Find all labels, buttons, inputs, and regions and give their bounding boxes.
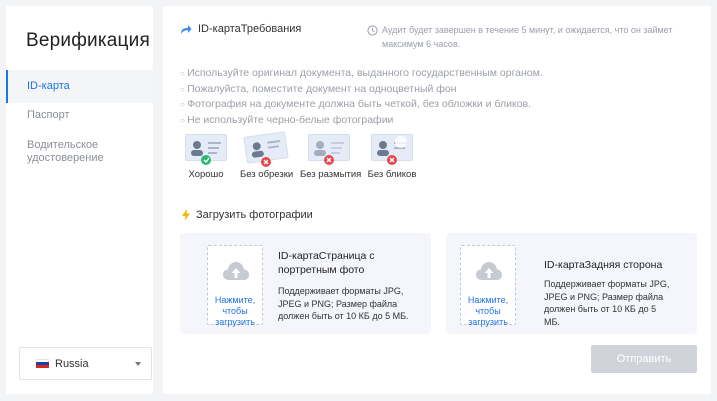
check-icon bbox=[201, 155, 211, 165]
cross-icon bbox=[261, 157, 271, 167]
sidebar-item-label: Водительское удостоверение bbox=[27, 139, 104, 164]
cross-icon bbox=[387, 155, 397, 165]
sidebar: Верификация ID-карта Паспорт Водительско… bbox=[6, 6, 153, 394]
main-panel: ID-картаТребования Аудит будет завершен … bbox=[163, 6, 711, 394]
upload-cloud-icon bbox=[223, 262, 249, 280]
requirements-header: ID-картаТребования bbox=[180, 23, 301, 35]
example-label: Без размытия bbox=[300, 169, 362, 180]
upload-header: Загрузить фотографии bbox=[182, 209, 313, 221]
card-description: Поддерживает форматы JPG, JPEG и PNG; Ра… bbox=[544, 279, 670, 327]
dropzone-text: Нажмите, чтобы загрузить bbox=[467, 295, 509, 327]
example-good: Хорошо bbox=[180, 134, 232, 180]
submit-button[interactable]: Отправить bbox=[591, 345, 697, 373]
country-select[interactable]: Russia bbox=[19, 347, 152, 380]
id-card-good-image bbox=[185, 134, 227, 165]
example-label: Без бликов bbox=[367, 169, 417, 180]
country-value: Russia bbox=[55, 357, 89, 370]
audit-text: Аудит будет завершен в течение 5 минут, … bbox=[382, 25, 673, 49]
sidebar-item-id-card[interactable]: ID-карта bbox=[6, 70, 153, 103]
sidebar-item-label: Паспорт bbox=[27, 109, 70, 121]
chevron-down-icon bbox=[135, 362, 141, 366]
example-no-crop: Без обрезки bbox=[240, 131, 294, 180]
rule-item: Пожалуйста, поместите документ на одноцв… bbox=[180, 82, 543, 98]
upload-title: Загрузить фотографии bbox=[196, 209, 313, 221]
requirements-title: ID-картаТребования bbox=[198, 23, 302, 35]
audit-notice: Аудит будет завершен в течение 5 минут, … bbox=[367, 23, 710, 51]
example-no-glare: Без бликов bbox=[366, 134, 418, 180]
upload-dropzone-front[interactable]: Нажмите, чтобы загрузить bbox=[207, 245, 263, 327]
example-label: Хорошо bbox=[188, 169, 224, 180]
card-title: ID-картаСтраница с портретным фото bbox=[278, 250, 375, 276]
id-card-glare-image bbox=[371, 134, 413, 165]
rule-item: Не используйте черно-белые фотографии bbox=[180, 113, 543, 129]
sidebar-item-passport[interactable]: Паспорт bbox=[6, 109, 153, 122]
card-description: Поддерживает форматы JPG, JPEG и PNG; Ра… bbox=[278, 286, 409, 321]
cross-icon bbox=[324, 155, 334, 165]
sidebar-item-label: ID-карта bbox=[27, 80, 70, 92]
sidebar-title: Верификация bbox=[26, 30, 150, 51]
card-title: ID-картаЗадняя сторона bbox=[544, 259, 663, 271]
sidebar-item-drivers-license[interactable]: Водительское удостоверение bbox=[6, 139, 116, 165]
rule-item: Фотография на документе должна быть четк… bbox=[180, 97, 543, 113]
russia-flag-icon bbox=[36, 359, 49, 368]
arrow-icon bbox=[181, 24, 192, 34]
rule-item: Используйте оригинал документа, выданног… bbox=[180, 66, 543, 82]
id-card-blurred-image bbox=[308, 134, 350, 165]
lightning-icon bbox=[182, 209, 190, 221]
upload-cloud-icon bbox=[476, 262, 502, 280]
upload-card-back: Нажмите, чтобы загрузить ID-картаЗадняя … bbox=[446, 233, 697, 334]
example-label: Без обрезки bbox=[240, 169, 294, 180]
example-no-blur: Без размытия bbox=[300, 134, 362, 180]
photo-examples: Хорошо Без обрезки Без размытия Без блик… bbox=[180, 131, 426, 180]
upload-card-front: Нажмите, чтобы загрузить ID-картаСтраниц… bbox=[180, 233, 431, 334]
upload-dropzone-back[interactable]: Нажмите, чтобы загрузить bbox=[460, 245, 516, 327]
dropzone-text: Нажмите, чтобы загрузить bbox=[214, 295, 256, 327]
rules-list: Используйте оригинал документа, выданног… bbox=[180, 66, 543, 128]
clock-icon bbox=[367, 25, 378, 36]
